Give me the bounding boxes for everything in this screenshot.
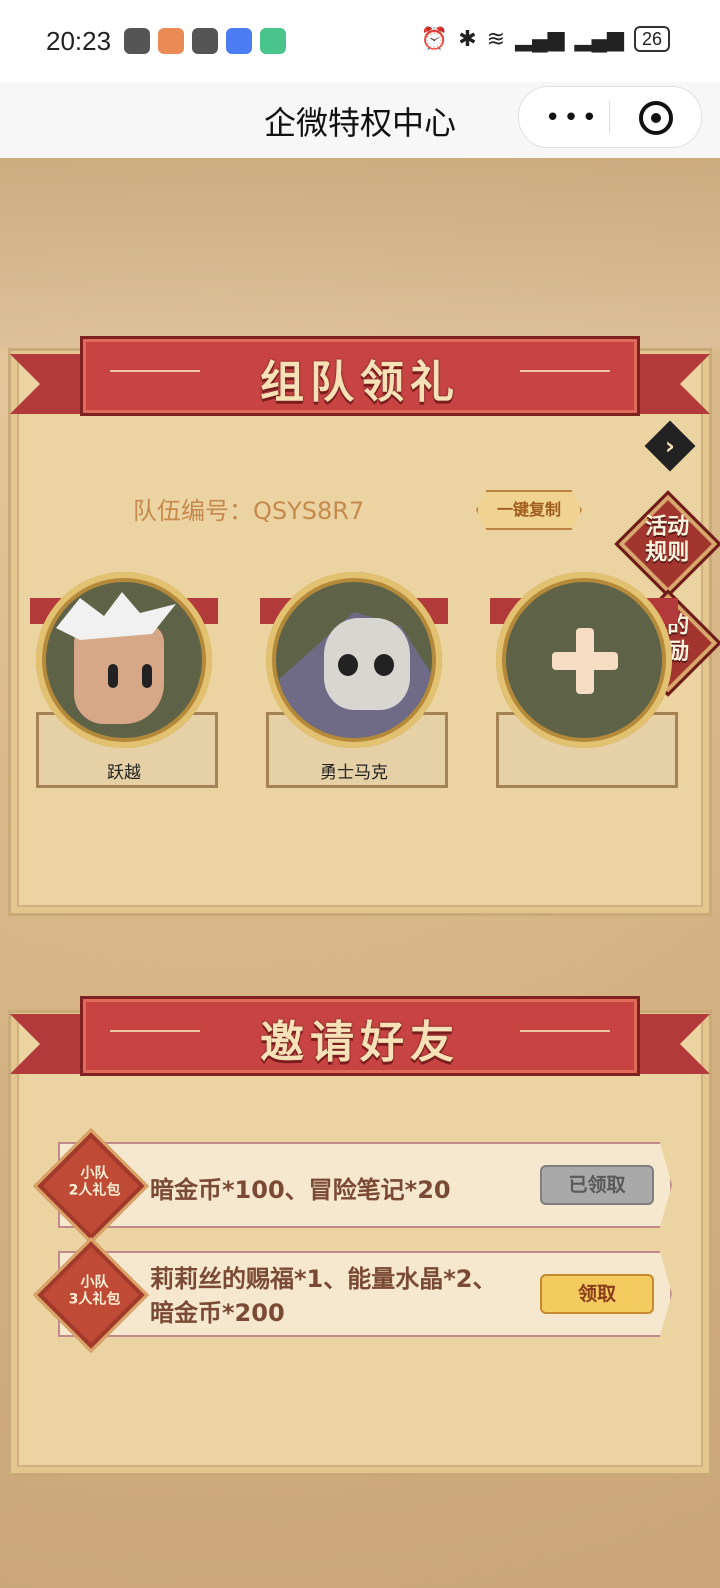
invite-section-title: 邀请好友 (260, 1017, 460, 1068)
status-bar: 20:23 ⏰ ✱ ≋ ▂▄▆ ▂▄▆ 26 (0, 0, 720, 82)
member-name: 勇士马克 (320, 763, 388, 783)
more-icon[interactable]: ••• (545, 103, 600, 133)
bluetooth-icon: ✱ (458, 26, 477, 51)
reward-text: 暗金币*100、冒险笔记*20 (150, 1176, 451, 1204)
signal-icon-2: ▂▄▆ (574, 26, 624, 51)
wifi-icon: ≋ (486, 26, 506, 51)
chevron-right-icon: › (665, 432, 675, 460)
status-time: 20:23 (46, 26, 112, 56)
expand-button[interactable]: › (644, 420, 696, 472)
app-icon-1 (124, 28, 150, 54)
avatar-eye (142, 664, 152, 688)
member-card: 勇士马克 (260, 572, 448, 792)
reward-badge-label: 小队 2人礼包 (68, 1165, 121, 1199)
reward-text: 莉莉丝的赐福*1、能量水晶*2、 暗金币*200 (150, 1265, 497, 1327)
app-icon-3 (192, 28, 218, 54)
status-icons: ⏰ ✱ ≋ ▂▄▆ ▂▄▆ 26 (421, 26, 670, 52)
claim-button[interactable]: 领取 (540, 1274, 654, 1314)
rules-label: 活动 规则 (645, 514, 690, 566)
team-section-title: 组队领礼 (260, 357, 460, 408)
member-card: 跃越 (30, 572, 218, 792)
avatar[interactable] (276, 582, 432, 738)
member-name: 跃越 (107, 763, 141, 783)
copy-button[interactable]: 一键复制 (476, 490, 582, 530)
team-ribbon: 组队领礼 (10, 336, 710, 426)
capsule-divider (609, 101, 610, 133)
battery-icon: 26 (633, 26, 670, 52)
skull-eye (338, 654, 358, 676)
member-card-empty (490, 572, 678, 792)
invite-slot[interactable] (506, 582, 662, 738)
nav-bar: 企微特权中心 ••• (0, 82, 720, 158)
target-icon[interactable] (639, 101, 673, 135)
signal-icon: ▂▄▆ (515, 26, 565, 51)
reward-badge-label: 小队 3人礼包 (68, 1274, 121, 1308)
avatar-skull (324, 618, 410, 710)
plus-icon-vertical (576, 628, 594, 694)
app-icon-5 (260, 28, 286, 54)
alarm-icon: ⏰ (420, 26, 449, 51)
claimed-button[interactable]: 已领取 (540, 1165, 654, 1205)
team-id: 队伍编号：QSYS8R7 (133, 497, 365, 525)
skull-eye (374, 654, 394, 676)
app-icon-2 (158, 28, 184, 54)
avatar-eye (108, 664, 118, 688)
mini-program-capsule: ••• (518, 86, 702, 148)
invite-ribbon: 邀请好友 (10, 996, 710, 1086)
app-icon-4 (226, 28, 252, 54)
avatar[interactable] (46, 582, 202, 738)
top-banner-art (0, 158, 720, 348)
